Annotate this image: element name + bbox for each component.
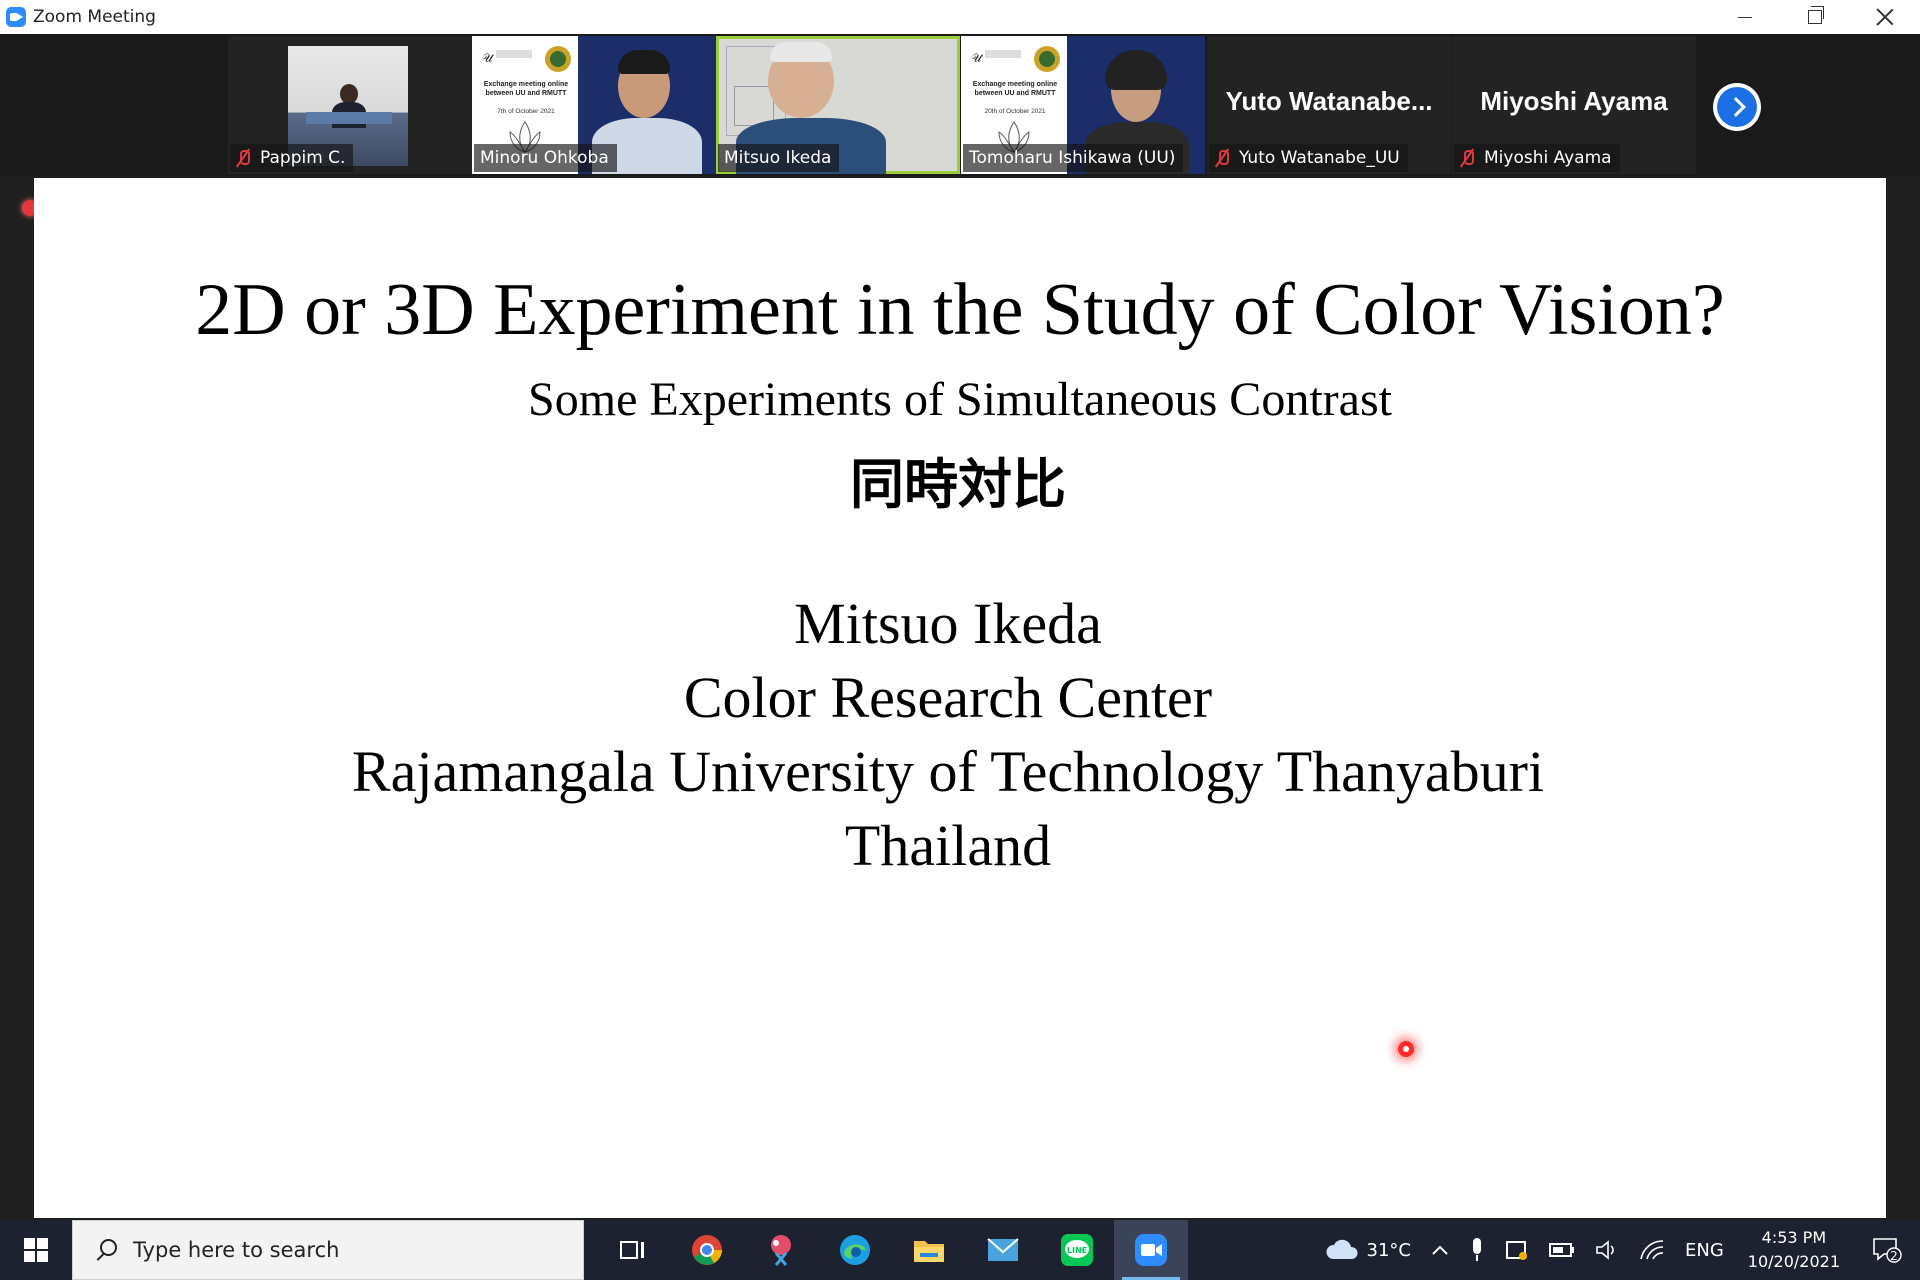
slide-country: Thailand <box>844 813 1052 878</box>
volume-tray-button[interactable] <box>1585 1220 1629 1280</box>
windows-logo-icon <box>24 1238 48 1262</box>
university-logo-icon: 𝒰 <box>482 46 571 72</box>
muted-microphone-icon <box>1460 149 1474 167</box>
taskbar-app-chrome[interactable] <box>670 1220 744 1280</box>
muted-microphone-icon <box>1215 149 1229 167</box>
snipping-tool-icon <box>771 1235 791 1266</box>
chevron-right-icon <box>1717 87 1757 127</box>
cloud-icon <box>1325 1239 1358 1259</box>
battery-tray-button[interactable] <box>1539 1220 1585 1280</box>
mail-icon <box>987 1238 1019 1261</box>
participant-name-label: Tomoharu Ishikawa (UU) <box>963 144 1184 172</box>
university-logo-icon: 𝒰 <box>971 46 1060 72</box>
battery-icon <box>1548 1243 1574 1257</box>
close-button[interactable] <box>1850 0 1920 34</box>
edge-icon <box>840 1235 870 1265</box>
slide-title: 2D or 3D Experiment in the Study of Colo… <box>195 269 1725 351</box>
muted-microphone-icon <box>236 149 250 167</box>
task-view-icon <box>620 1241 644 1259</box>
search-placeholder: Type here to search <box>133 1238 340 1262</box>
zoom-app-icon <box>6 7 26 27</box>
taskbar-app-zoom[interactable] <box>1114 1220 1188 1280</box>
microphone-icon <box>1472 1238 1481 1261</box>
taskbar-search-box[interactable]: Type here to search <box>72 1220 584 1280</box>
restore-icon <box>1808 6 1824 24</box>
windows-taskbar: Type here to search LINE 31°C ENG 4:53 P… <box>0 1220 1920 1280</box>
slide-author: Mitsuo Ikeda <box>794 591 1102 656</box>
participant-name-label: Pappim C. <box>230 144 354 172</box>
participant-name-label: Yuto Watanabe_UU <box>1209 144 1408 172</box>
next-page-button[interactable] <box>1713 83 1761 131</box>
taskbar-app-snip[interactable] <box>744 1220 818 1280</box>
participant-name-label: Miyoshi Ayama <box>1454 144 1620 172</box>
sync-icon <box>1505 1241 1527 1260</box>
weather-widget[interactable]: 31°C <box>1315 1220 1421 1280</box>
show-hidden-icons-button[interactable] <box>1421 1220 1459 1280</box>
start-button[interactable] <box>0 1220 72 1280</box>
minimize-button[interactable] <box>1710 0 1780 34</box>
laser-pointer-icon <box>1398 1041 1414 1057</box>
speaker-icon <box>1596 1240 1614 1260</box>
slide-university: Rajamangala University of Technology Tha… <box>351 739 1545 804</box>
taskbar-app-edge[interactable] <box>818 1220 892 1280</box>
slide-organization: Color Research Center <box>683 665 1213 730</box>
chevron-up-icon <box>1432 1245 1448 1255</box>
participant-display-name: Miyoshi Ayama <box>1480 86 1668 116</box>
microphone-tray-button[interactable] <box>1459 1220 1495 1280</box>
taskbar-app-mail[interactable] <box>966 1220 1040 1280</box>
participant-name-label: Mitsuo Ikeda <box>718 144 840 172</box>
participant-tile-miyoshi[interactable]: Miyoshi Ayama Miyoshi Ayama <box>1452 36 1696 174</box>
participant-tile-minoru[interactable]: 𝒰 Exchange meeting online between UU and… <box>472 36 716 174</box>
slide-subtitle-japanese: 同時対比 <box>850 453 1066 516</box>
folder-icon <box>914 1241 944 1262</box>
svg-text:LINE: LINE <box>1067 1246 1087 1255</box>
clock-time: 4:53 PM <box>1761 1228 1827 1247</box>
window-title-bar: Zoom Meeting <box>0 0 1920 34</box>
participant-tile-yuto[interactable]: Yuto Watanabe... Yuto Watanabe_UU <box>1207 36 1451 174</box>
window-controls <box>1710 0 1920 34</box>
system-tray: 31°C ENG 4:53 PM 10/20/2021 2 <box>1315 1220 1920 1280</box>
taskbar-app-file-explorer[interactable] <box>892 1220 966 1280</box>
restore-button[interactable] <box>1780 0 1850 34</box>
weather-temperature: 31°C <box>1366 1239 1411 1261</box>
close-icon <box>1876 8 1894 26</box>
taskbar-clock[interactable]: 4:53 PM 10/20/2021 <box>1734 1220 1854 1280</box>
search-icon <box>95 1239 117 1261</box>
zoom-icon <box>1135 1234 1167 1266</box>
participant-tile-tomoharu[interactable]: 𝒰 Exchange meeting online between UU and… <box>961 36 1205 174</box>
minimize-icon <box>1738 16 1752 18</box>
participant-tile-pappim[interactable]: Pappim C. <box>228 36 472 174</box>
participant-tile-mitsuo[interactable]: Mitsuo Ikeda <box>716 36 960 174</box>
input-language-button[interactable]: ENG <box>1675 1220 1734 1280</box>
svg-text:𝒰: 𝒰 <box>482 51 495 65</box>
line-messenger-icon: LINE <box>1061 1234 1093 1266</box>
slide-subtitle: Some Experiments of Simultaneous Contras… <box>528 373 1392 426</box>
participants-strip: Pappim C. 𝒰 Exchange meeting online betw… <box>0 34 1920 176</box>
task-view-button[interactable] <box>596 1220 670 1280</box>
wifi-icon <box>1640 1240 1664 1260</box>
participant-name-label: Minoru Ohkoba <box>474 144 617 172</box>
sync-tray-button[interactable] <box>1495 1220 1539 1280</box>
participant-display-name: Yuto Watanabe... <box>1225 86 1433 116</box>
chrome-icon <box>692 1235 722 1265</box>
notification-count: 2 <box>1890 1249 1898 1263</box>
window-title: Zoom Meeting <box>33 7 156 27</box>
shared-screen-slide: 2D or 3D Experiment in the Study of Colo… <box>34 178 1886 1218</box>
svg-text:𝒰: 𝒰 <box>971 51 984 65</box>
clock-date: 10/20/2021 <box>1747 1252 1840 1271</box>
wifi-tray-button[interactable] <box>1629 1220 1675 1280</box>
taskbar-app-line[interactable]: LINE <box>1040 1220 1114 1280</box>
notification-center-button[interactable]: 2 <box>1854 1220 1920 1280</box>
